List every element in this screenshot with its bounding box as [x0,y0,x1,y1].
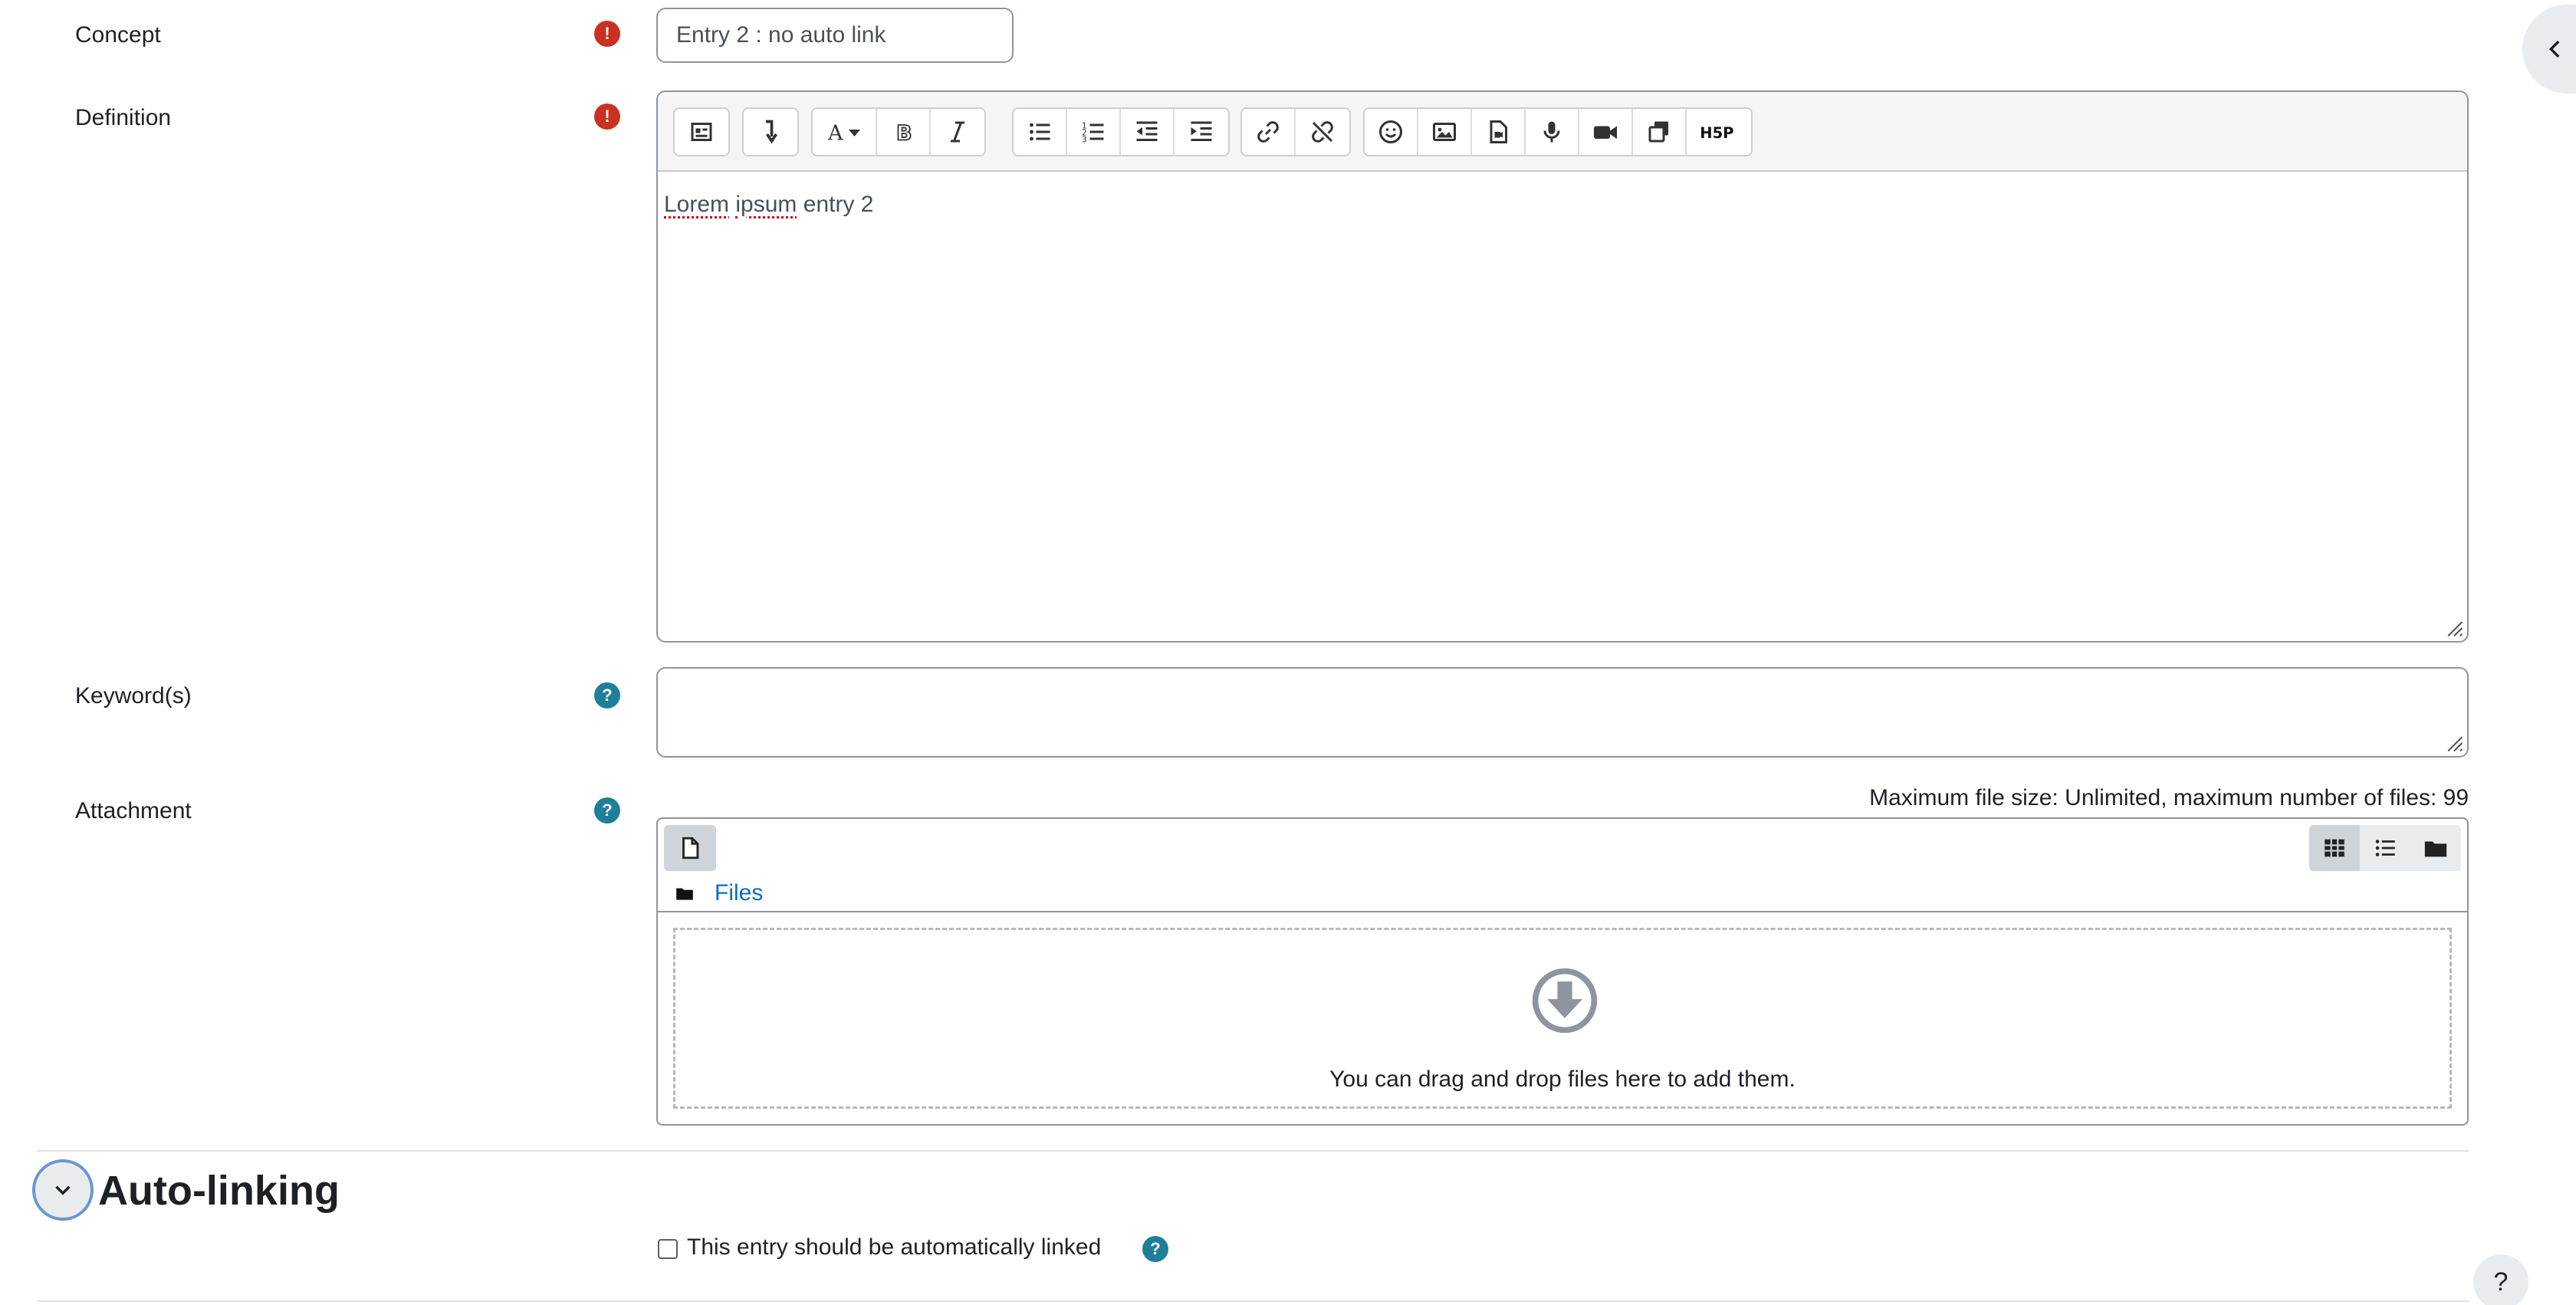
svg-text:3: 3 [1082,136,1087,145]
help-question-icon[interactable]: ? [594,797,620,823]
required-exclamation-icon: ! [594,21,620,47]
concept-input[interactable]: Entry 2 : no auto link [656,8,1014,63]
floating-help-button[interactable]: ? [2473,1254,2528,1305]
tree-view-folder-icon[interactable] [2410,825,2461,871]
toolbar-group-media: H5P [1363,107,1753,156]
unordered-list-icon[interactable] [1014,109,1067,155]
resize-grip-icon[interactable] [2444,618,2464,638]
section-divider [37,1150,2469,1152]
ordered-list-icon[interactable]: 123 [1067,109,1121,155]
definition-content[interactable]: Lorem ipsum entry 2 [658,172,2467,641]
auto-link-checkbox[interactable] [658,1239,678,1259]
paragraph-styles-icon[interactable] [744,109,797,155]
help-question-icon[interactable]: ? [1142,1236,1168,1262]
outdent-icon[interactable] [1121,109,1175,155]
record-video-icon[interactable] [1579,109,1633,155]
misspelled-word: ipsum [735,192,797,217]
grid-view-icon[interactable] [2309,825,2360,871]
toolbar-group-text: A B [811,107,986,156]
files-path-link[interactable]: Files [715,880,763,906]
keywords-label: Keyword(s) [75,683,192,708]
unlink-icon[interactable] [1296,109,1349,155]
editor-toolbar: A B 123 H5P [658,92,2467,172]
svg-text:A: A [827,122,843,146]
indent-icon[interactable] [1175,109,1228,155]
attachment-label: Attachment [75,798,192,823]
svg-text:H5P: H5P [1700,124,1733,142]
section-title: Auto-linking [98,1168,340,1214]
max-file-size-text: Maximum file size: Unlimited, maximum nu… [1869,785,2469,810]
toolbar-group-collapse [673,107,730,156]
manage-files-icon[interactable] [1633,109,1687,155]
help-question-icon[interactable]: ? [594,682,620,708]
bold-icon[interactable]: B [877,109,931,155]
content-text: entry 2 [803,192,874,217]
keywords-textarea[interactable] [656,667,2469,758]
chevron-left-icon [2548,40,2560,58]
file-dropzone[interactable]: You can drag and drop files here to add … [673,928,2452,1109]
definition-label: Definition [75,105,172,130]
required-exclamation-icon: ! [594,104,620,130]
file-icon [682,837,699,860]
dropzone-text: You can drag and drop files here to add … [1329,1067,1796,1092]
drawer-toggle-button[interactable] [2522,5,2576,94]
resize-grip-icon[interactable] [2444,733,2464,753]
italic-icon[interactable] [931,109,984,155]
page: Concept ! Entry 2 : no auto link Definit… [0,0,2576,1305]
folder-icon [676,888,693,900]
definition-editor: A B 123 H5P Lorem ipsum entry 2 [656,90,2469,643]
text-color-icon[interactable]: A [813,109,877,155]
link-icon[interactable] [1242,109,1296,155]
svg-text:B: B [896,122,912,146]
concept-label: Concept [75,22,161,48]
file-path-breadcrumb: Files [675,880,763,906]
list-view-icon[interactable] [2360,825,2410,871]
toolbar-group-lists: 123 [1012,107,1230,156]
atto-collapse-icon[interactable] [675,109,728,155]
image-icon[interactable] [1418,109,1472,155]
section-divider [37,1300,2469,1302]
h5p-icon[interactable]: H5P [1687,109,1751,155]
auto-link-checkbox-label[interactable]: This entry should be automatically linke… [687,1234,1101,1261]
misspelled-word: Lorem [664,192,730,217]
view-switcher [2309,825,2461,871]
toolbar-group-styles [742,107,799,156]
record-audio-icon[interactable] [1526,109,1579,155]
toolbar-group-links [1240,107,1351,156]
emoji-icon[interactable] [1365,109,1418,155]
chevron-down-icon [55,1185,71,1195]
add-file-button[interactable] [664,825,716,871]
section-collapse-button[interactable] [32,1159,94,1221]
media-icon[interactable] [1472,109,1526,155]
file-manager-toolbar: Files [658,819,2467,912]
file-manager: Files You can drag and drop files here t… [656,817,2469,1126]
download-arrow-icon [1532,968,1598,1034]
